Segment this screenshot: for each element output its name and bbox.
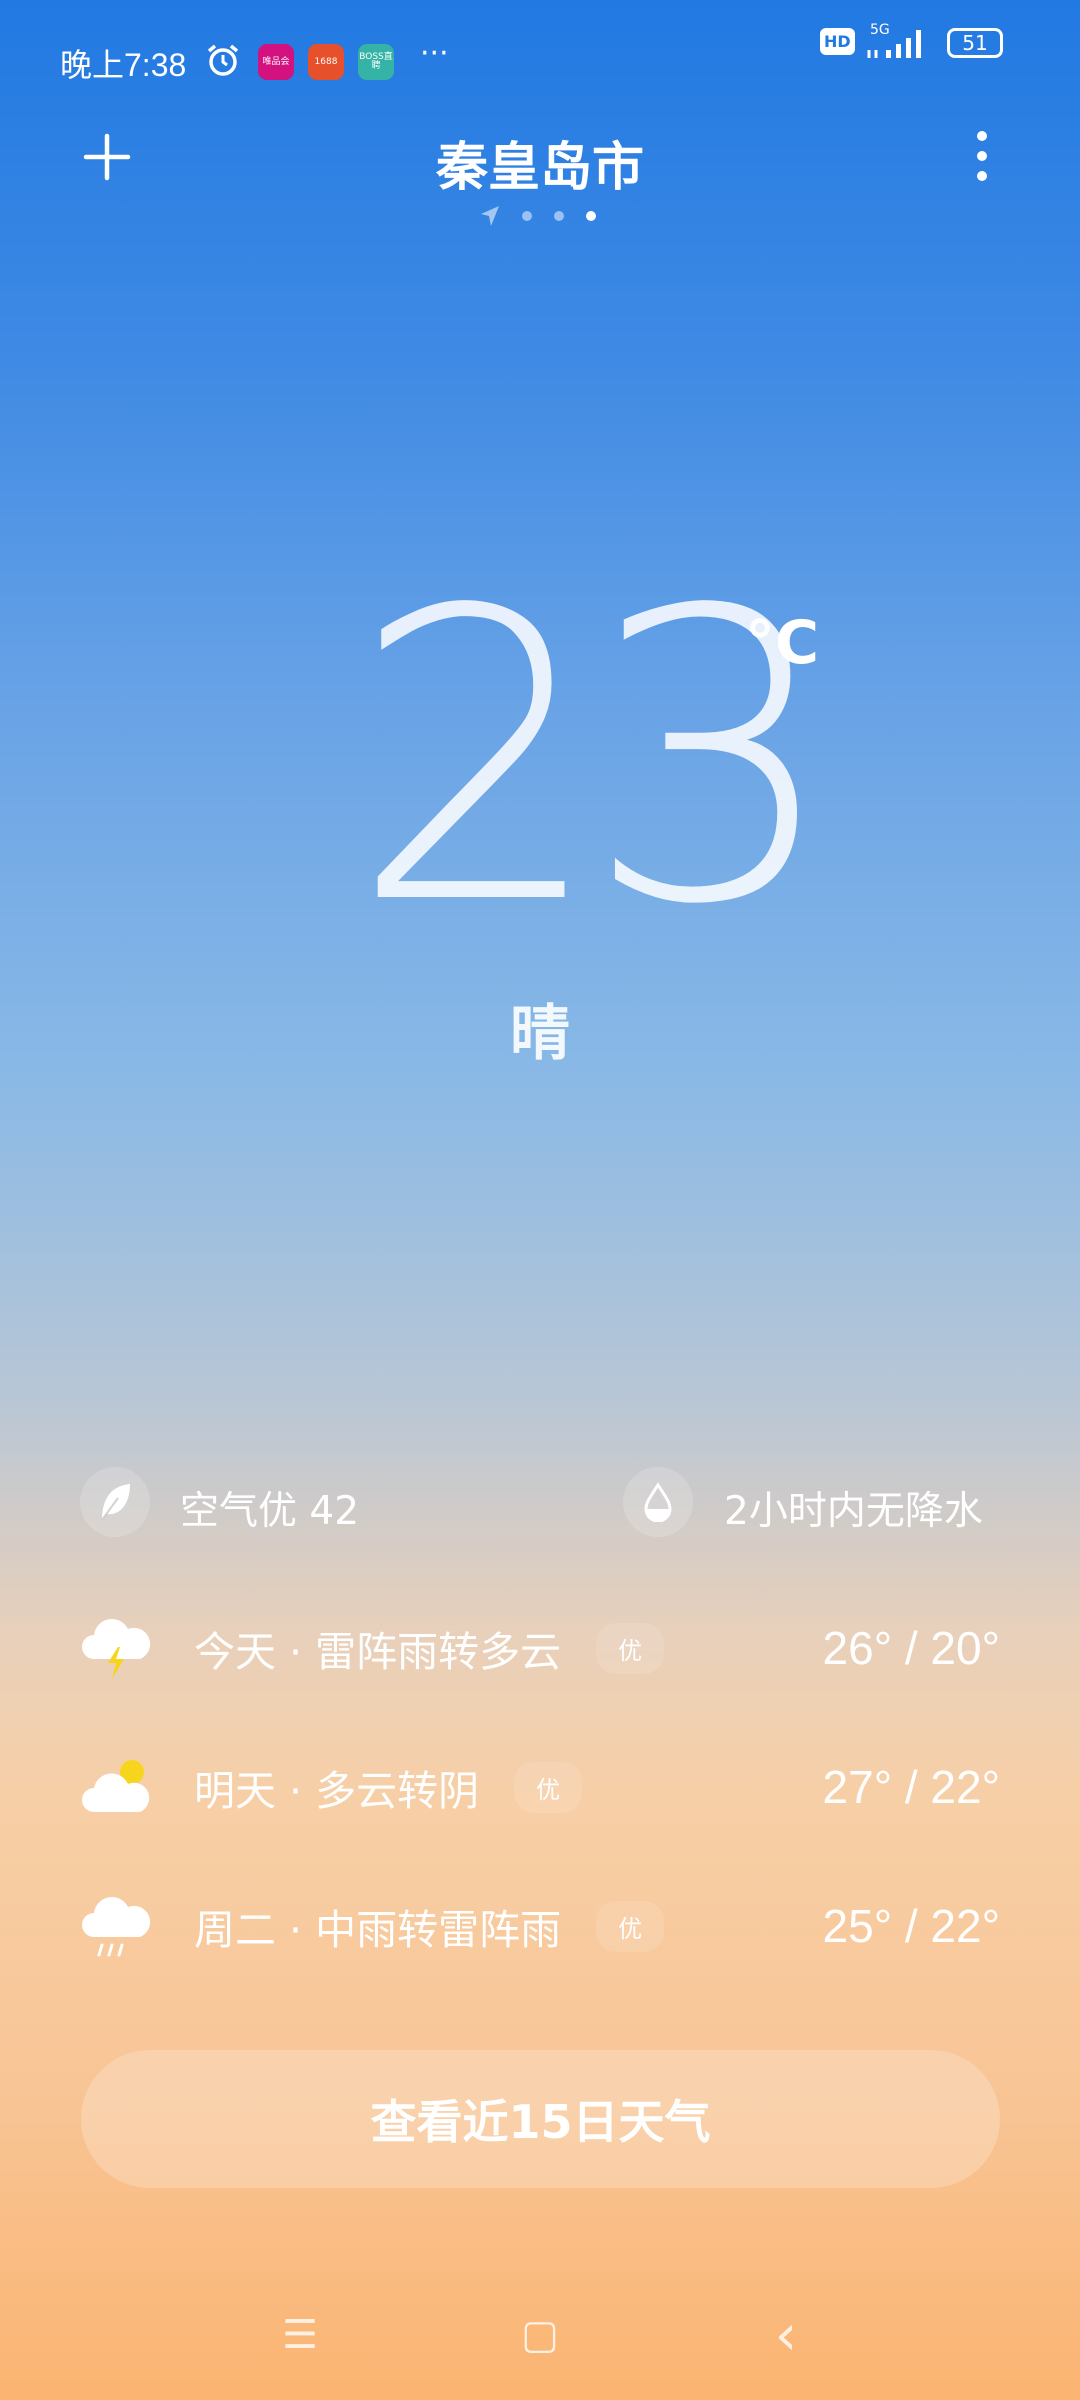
location-arrow-icon (481, 206, 499, 226)
battery-icon: 51 (947, 28, 1003, 58)
rain-icon (82, 1897, 151, 1957)
air-quality[interactable]: 空气优 42 (180, 1480, 359, 1536)
forecast-label: 明天 · 多云转阴 (194, 1767, 480, 1815)
page-dot (522, 211, 532, 221)
view-15-day-button[interactable]: 查看近15日天气 (81, 2050, 1000, 2188)
precipitation-info[interactable]: 2小时内无降水 (724, 1480, 983, 1536)
aqi-badge: 优 (596, 1900, 665, 1952)
page-dot-active (586, 211, 596, 221)
app-icon-boss: BOSS直聘 (358, 44, 394, 80)
forecast-label: 周二 · 中雨转雷阵雨 (194, 1906, 562, 1954)
app-icon-1688: 1688 (308, 44, 344, 80)
app-icon-vip: 唯品会 (258, 44, 294, 80)
leaf-icon (80, 1467, 150, 1537)
aqi-badge: 优 (596, 1622, 665, 1674)
forecast-row-today[interactable]: 今天 · 雷阵雨转多云 优 26° / 20° (80, 1608, 1000, 1688)
battery-level: 51 (962, 31, 988, 55)
city-title[interactable]: 秦皇岛市 (0, 125, 1080, 200)
nav-menu-button[interactable]: ☰ (270, 2310, 330, 2360)
thunderstorm-icon (82, 1619, 151, 1679)
water-drop-icon (623, 1467, 693, 1537)
forecast-row-tuesday[interactable]: 周二 · 中雨转雷阵雨 优 25° / 22° (80, 1886, 1000, 1966)
forecast-temps: 27° / 22° (822, 1761, 1000, 1813)
hd-badge: HD (820, 28, 855, 55)
alarm-icon (207, 44, 239, 76)
page-dot (554, 211, 564, 221)
forecast-label: 今天 · 雷阵雨转多云 (194, 1628, 562, 1676)
forecast-temps: 26° / 20° (822, 1622, 1000, 1674)
page-indicator (480, 205, 596, 227)
more-vertical-icon[interactable] (970, 128, 994, 184)
more-notifications: ··· (420, 36, 449, 71)
nav-back-button[interactable]: ‹ (756, 2303, 816, 2368)
signal-icon (867, 30, 921, 58)
current-condition: 晴 (510, 999, 570, 1069)
aqi-badge: 优 (514, 1761, 583, 1813)
forecast-temps: 25° / 22° (822, 1900, 1000, 1952)
forecast-row-tomorrow[interactable]: 明天 · 多云转阴 优 27° / 22° (80, 1747, 1000, 1827)
status-time: 晚上7:38 (60, 47, 187, 83)
temperature-unit: °C (745, 608, 820, 678)
nav-home-button[interactable]: ▢ (510, 2310, 570, 2360)
partly-cloudy-icon (82, 1760, 150, 1812)
status-bar: 晚上7:38 唯品会 1688 BOSS直聘 ··· HD 5G 51 (0, 0, 1080, 110)
